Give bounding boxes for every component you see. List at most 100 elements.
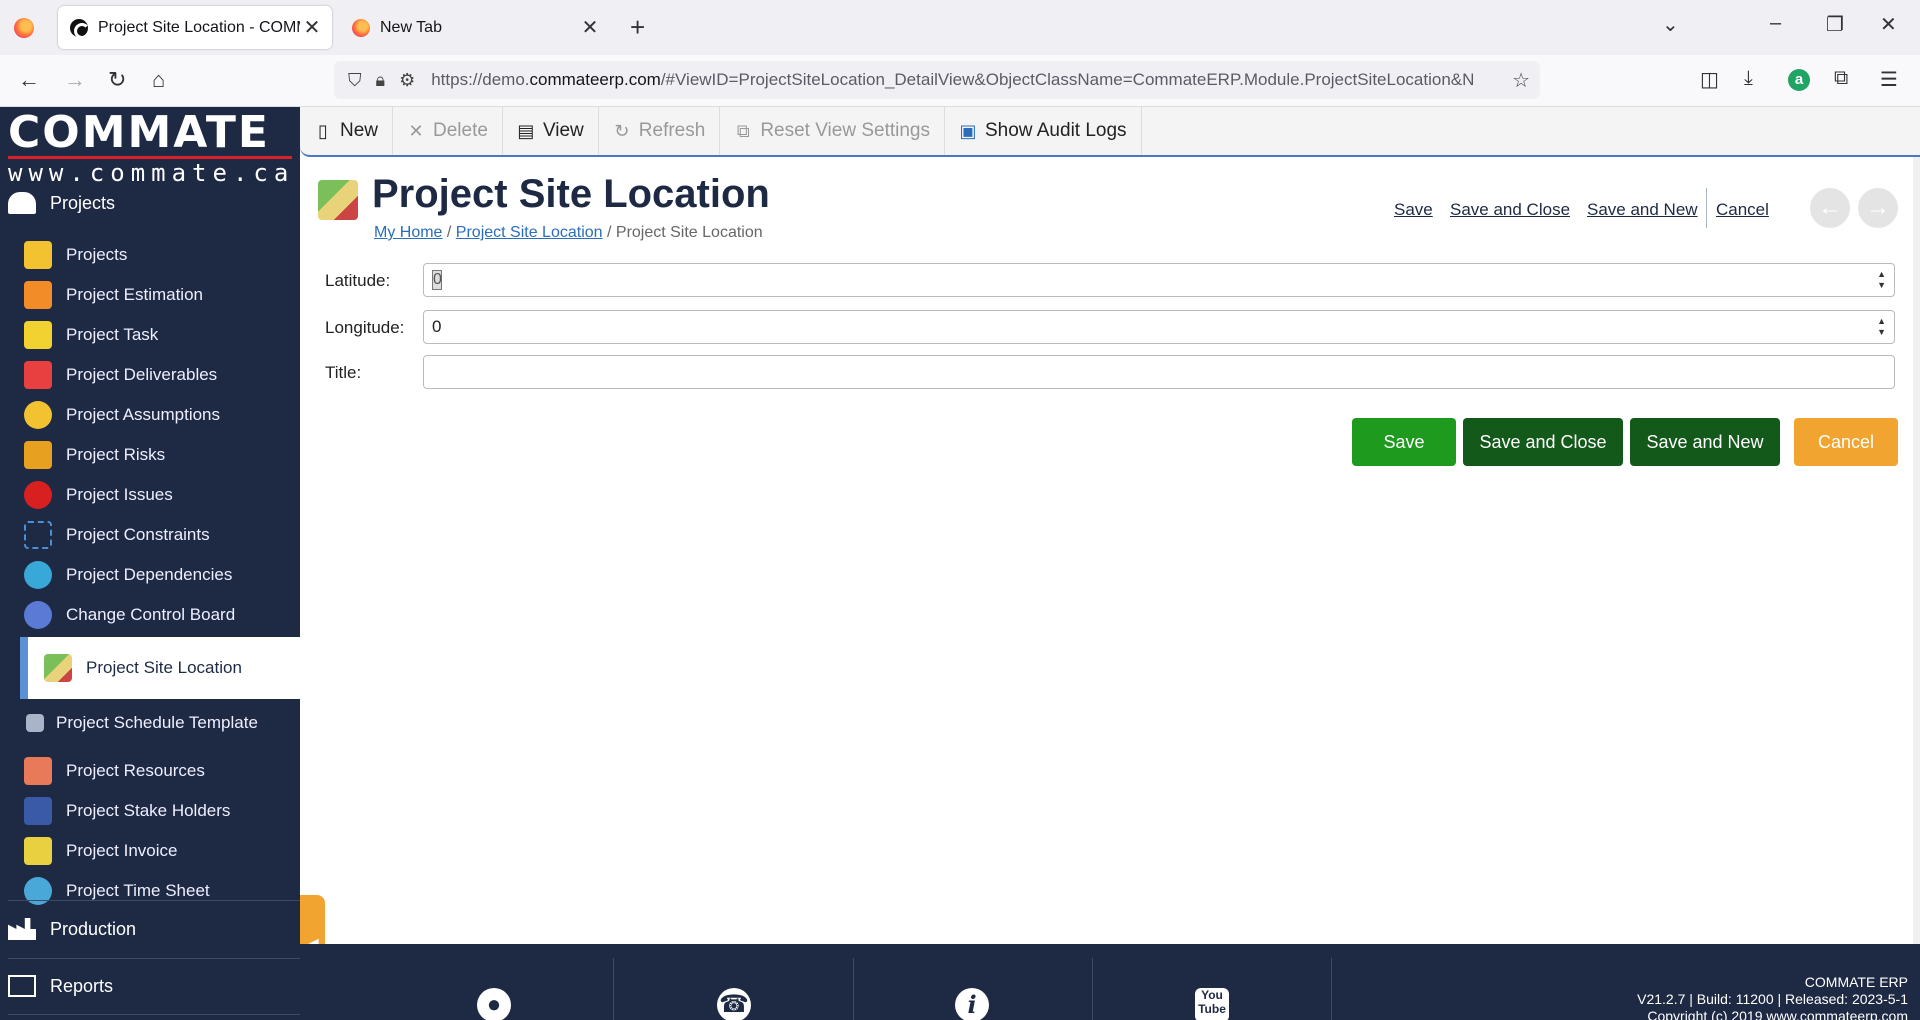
reload-icon[interactable]: ↻ xyxy=(108,67,126,93)
latitude-spinner-icon[interactable]: ▲ ▼ xyxy=(1877,269,1886,291)
save-and-new-button[interactable]: Save and New xyxy=(1630,418,1780,466)
save-and-close-button[interactable]: Save and Close xyxy=(1463,418,1623,466)
change-control-icon xyxy=(24,601,52,629)
previous-record-icon[interactable]: ← xyxy=(1810,188,1850,228)
close-window-icon[interactable]: ✕ xyxy=(1880,12,1897,37)
next-record-icon[interactable]: → xyxy=(1858,188,1898,228)
shield-icon[interactable]: ⛉ xyxy=(348,70,362,91)
sidebar-item-change-control-board[interactable]: Change Control Board xyxy=(0,595,300,635)
firefox-icon[interactable] xyxy=(14,18,34,38)
downloads-icon[interactable]: ⤓ xyxy=(1744,67,1753,90)
header-save-link[interactable]: Save xyxy=(1394,200,1433,220)
invoice-icon xyxy=(24,837,52,865)
new-tab-plus-icon[interactable]: + xyxy=(630,12,645,43)
sidebar-item-project-stake-holders[interactable]: Project Stake Holders xyxy=(0,791,300,831)
sidebar-item-project-resources[interactable]: Project Resources xyxy=(0,751,300,791)
home-icon[interactable]: ⌂ xyxy=(152,67,165,93)
header-save-new-link[interactable]: Save and New xyxy=(1587,200,1698,220)
info-icon[interactable]: i xyxy=(955,988,989,1020)
view-document-icon: ▤ xyxy=(517,121,535,141)
calculator-icon xyxy=(24,281,52,309)
sidebar-item-project-site-location[interactable]: Project Site Location xyxy=(20,637,300,699)
sidebar-item-project-risks[interactable]: Project Risks xyxy=(0,435,300,475)
bookmark-star-icon[interactable]: ☆ xyxy=(1512,68,1530,93)
longitude-spinner-icon[interactable]: ▲ ▼ xyxy=(1877,316,1886,338)
show-audit-logs-button[interactable]: ▣ Show Audit Logs xyxy=(945,107,1142,155)
constraints-icon xyxy=(24,521,52,549)
reset-view-settings-button[interactable]: ⧉ Reset View Settings xyxy=(720,107,945,155)
new-button[interactable]: ▯ New xyxy=(300,107,394,155)
browser-tab-newtab[interactable]: New Tab ✕ xyxy=(340,6,610,49)
hardhat-icon xyxy=(8,192,36,214)
header-save-close-link[interactable]: Save and Close xyxy=(1450,200,1570,220)
close-tab-icon[interactable]: ✕ xyxy=(300,15,324,40)
breadcrumb-current: Project Site Location xyxy=(615,224,763,241)
footer-divider xyxy=(1092,958,1093,1020)
sidebar-item-projects[interactable]: Projects xyxy=(0,235,300,275)
extensions-icon[interactable]: ⧉ xyxy=(1834,67,1848,90)
sidebar-item-project-time-sheet[interactable]: Project Time Sheet xyxy=(0,871,300,911)
close-tab-icon[interactable]: ✕ xyxy=(578,15,602,40)
commate-logo[interactable]: COMMATE www.commate.ca xyxy=(8,107,295,187)
tab-title: New Tab xyxy=(380,18,442,36)
reports-icon xyxy=(8,975,36,997)
sidebar-group-reports[interactable]: Reports xyxy=(0,966,300,1006)
extension-a-icon[interactable]: a xyxy=(1788,69,1810,91)
footer-version-info: COMMATE ERP V21.2.7 | Build: 11200 | Rel… xyxy=(1637,974,1908,1020)
latitude-input[interactable]: 0 ▲ ▼ xyxy=(423,263,1895,297)
header-cancel-link[interactable]: Cancel xyxy=(1716,200,1769,220)
group-label: Reports xyxy=(50,975,114,996)
delete-button[interactable]: ✕ Delete xyxy=(393,107,503,155)
list-all-tabs-icon[interactable]: ⌄ xyxy=(1662,12,1679,37)
longitude-label: Longitude: xyxy=(325,318,405,337)
sidebar-item-project-deliverables[interactable]: Project Deliverables xyxy=(0,355,300,395)
refresh-button[interactable]: ↻ Refresh xyxy=(599,107,721,155)
lock-icon[interactable]: 🔒︎ xyxy=(376,70,386,91)
menu-icon[interactable]: ☰ xyxy=(1880,67,1898,92)
pocket-icon[interactable]: ◫ xyxy=(1700,67,1719,92)
sidebar-divider xyxy=(8,900,300,901)
logo-site: www.commate.ca xyxy=(8,159,295,187)
factory-icon xyxy=(8,918,36,940)
save-button[interactable]: Save xyxy=(1352,418,1456,466)
logo-wordmark: COMMATE xyxy=(8,107,270,158)
sidebar-item-project-assumptions[interactable]: Project Assumptions xyxy=(0,395,300,435)
sidebar-item-project-schedule-template[interactable]: Project Schedule Template xyxy=(0,703,300,743)
footer-divider xyxy=(1331,958,1332,1020)
people-icon xyxy=(24,757,52,785)
sidebar-item-project-task[interactable]: Project Task xyxy=(0,315,300,355)
sidebar-item-project-constraints[interactable]: Project Constraints xyxy=(0,515,300,555)
refresh-icon: ↻ xyxy=(614,121,630,141)
permissions-icon[interactable]: ⚙ xyxy=(399,70,415,91)
sidebar-divider xyxy=(8,958,300,959)
sidebar-item-project-estimation[interactable]: Project Estimation xyxy=(0,275,300,315)
url-text[interactable]: https://demo.commateerp.com/#ViewID=Proj… xyxy=(431,70,1491,90)
breadcrumb-home-link[interactable]: My Home xyxy=(374,224,442,241)
user-profile-icon[interactable]: ● xyxy=(477,988,511,1020)
sidebar-item-project-dependencies[interactable]: Project Dependencies xyxy=(0,555,300,595)
youtube-icon[interactable]: You Tube xyxy=(1195,988,1229,1020)
support-headset-icon[interactable]: ☎ xyxy=(717,988,751,1020)
page-scrollbar[interactable] xyxy=(1913,157,1920,944)
cancel-button[interactable]: Cancel xyxy=(1794,418,1898,466)
view-button[interactable]: ▤ View xyxy=(503,107,599,155)
longitude-input[interactable]: 0 ▲ ▼ xyxy=(423,310,1895,344)
browser-tab-active[interactable]: Project Site Location - COMMATE ERP ✕ xyxy=(58,6,332,49)
sidebar: COMMATE www.commate.ca Projects Projects… xyxy=(0,107,300,1020)
url-bar[interactable]: ⛉ 🔒︎ ⚙ https://demo.commateerp.com/#View… xyxy=(334,61,1540,99)
minimize-icon[interactable]: – xyxy=(1770,12,1781,35)
worker-icon xyxy=(24,241,52,269)
breadcrumb-list-link[interactable]: Project Site Location xyxy=(456,224,603,241)
group-label: Projects xyxy=(50,192,116,213)
forward-icon[interactable]: → xyxy=(64,67,86,93)
lightbulb-icon xyxy=(24,401,52,429)
sidebar-item-project-issues[interactable]: Project Issues xyxy=(0,475,300,515)
sidebar-group-production[interactable]: Production xyxy=(0,909,300,949)
sidebar-group-projects[interactable]: Projects xyxy=(0,183,300,223)
sidebar-item-project-invoice[interactable]: Project Invoice xyxy=(0,831,300,871)
restore-icon[interactable]: ❐ xyxy=(1826,12,1844,37)
action-toolbar: ▯ New ✕ Delete ▤ View ↻ Refresh ⧉ Reset View … xyxy=(300,107,1920,157)
map-location-icon xyxy=(318,180,358,220)
back-icon[interactable]: ← xyxy=(18,67,40,93)
title-input[interactable] xyxy=(423,355,1895,389)
